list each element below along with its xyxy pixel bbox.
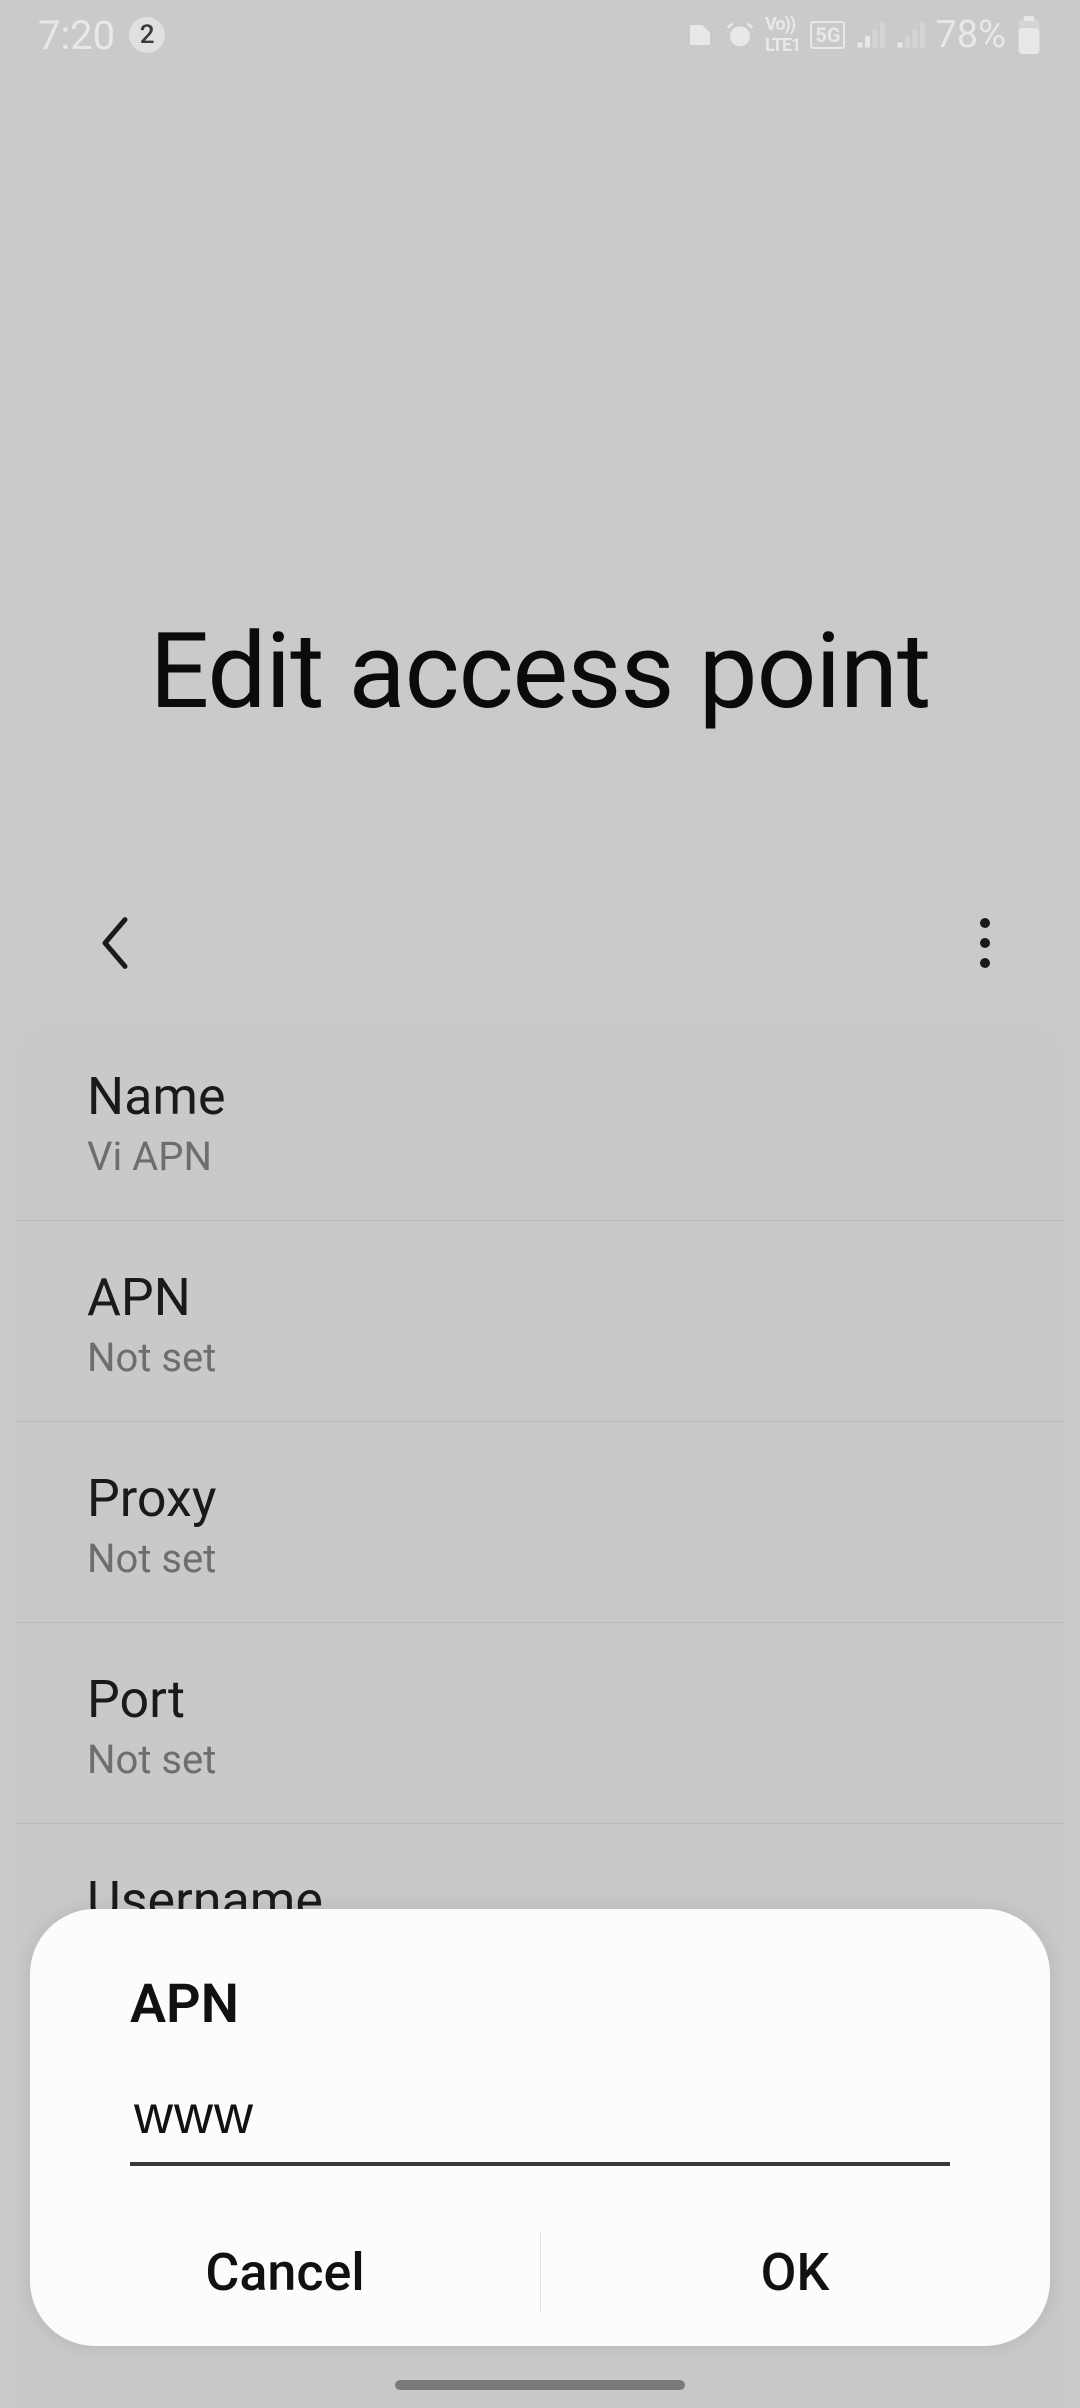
apn-edit-dialog: APN Cancel OK [30, 1909, 1050, 2346]
ok-button-label: OK [761, 2242, 830, 2303]
nav-gesture-bar[interactable] [395, 2380, 685, 2390]
dialog-title: APN [30, 1973, 1050, 2076]
dialog-buttons: Cancel OK [30, 2198, 1050, 2346]
cancel-button[interactable]: Cancel [30, 2198, 540, 2346]
apn-input[interactable] [130, 2076, 950, 2166]
ok-button[interactable]: OK [540, 2198, 1050, 2346]
dialog-input-wrap [30, 2076, 1050, 2198]
cancel-button-label: Cancel [205, 2242, 364, 2303]
